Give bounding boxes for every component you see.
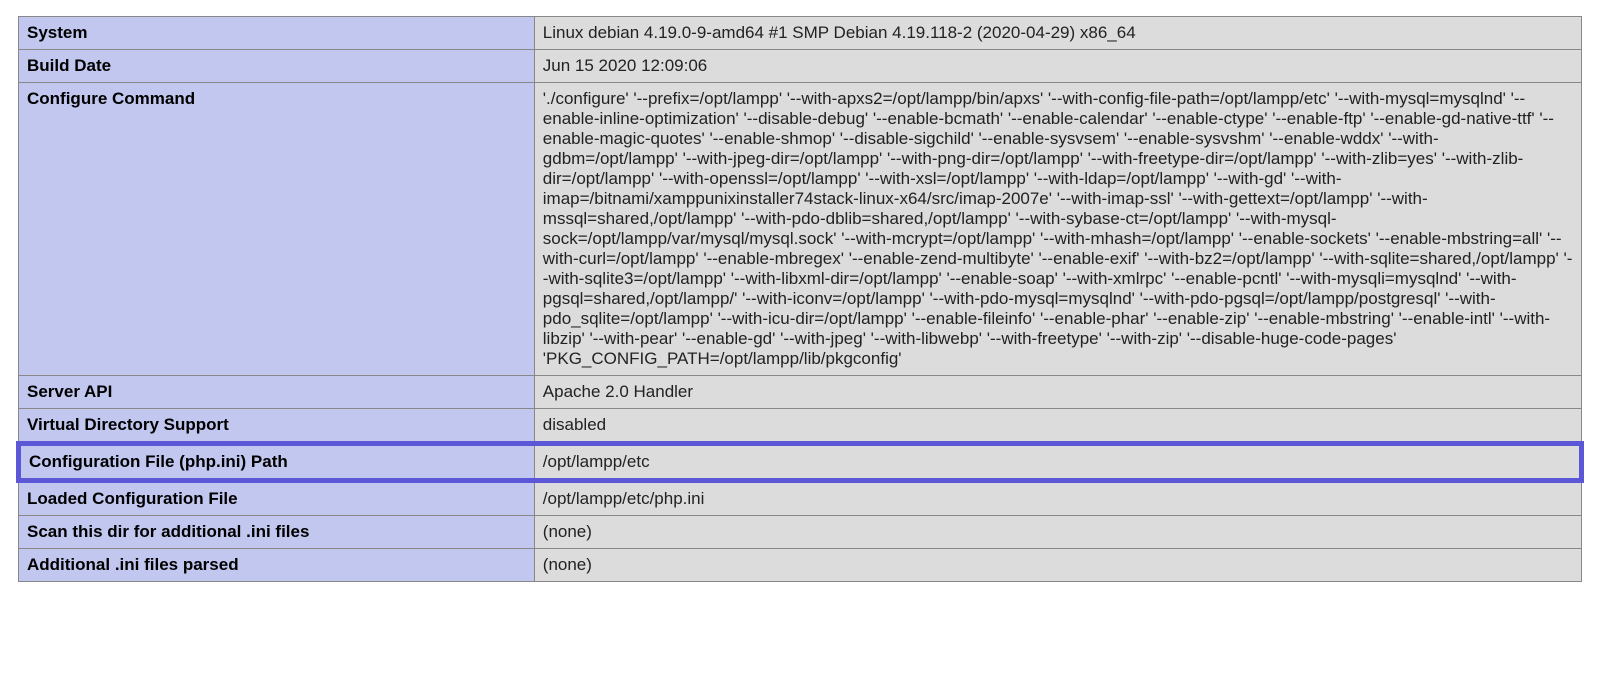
- config-value: (none): [534, 549, 1581, 582]
- table-row: Configure Command'./configure' '--prefix…: [19, 83, 1582, 376]
- config-value: './configure' '--prefix=/opt/lampp' '--w…: [534, 83, 1581, 376]
- config-value: Jun 15 2020 12:09:06: [534, 50, 1581, 83]
- table-row: Loaded Configuration File/opt/lampp/etc/…: [19, 481, 1582, 516]
- config-key: Loaded Configuration File: [19, 481, 535, 516]
- config-key: Virtual Directory Support: [19, 409, 535, 444]
- config-key: Scan this dir for additional .ini files: [19, 516, 535, 549]
- config-value: /opt/lampp/etc/php.ini: [534, 481, 1581, 516]
- table-row: SystemLinux debian 4.19.0-9-amd64 #1 SMP…: [19, 17, 1582, 50]
- table-row: Virtual Directory Supportdisabled: [19, 409, 1582, 444]
- config-value: /opt/lampp/etc: [534, 444, 1581, 481]
- table-row: Additional .ini files parsed(none): [19, 549, 1582, 582]
- config-key: System: [19, 17, 535, 50]
- table-row: Build DateJun 15 2020 12:09:06: [19, 50, 1582, 83]
- config-key: Configuration File (php.ini) Path: [19, 444, 535, 481]
- config-value: Apache 2.0 Handler: [534, 376, 1581, 409]
- table-row: Configuration File (php.ini) Path/opt/la…: [19, 444, 1582, 481]
- config-key: Configure Command: [19, 83, 535, 376]
- config-key: Build Date: [19, 50, 535, 83]
- config-key: Server API: [19, 376, 535, 409]
- phpinfo-table: SystemLinux debian 4.19.0-9-amd64 #1 SMP…: [16, 16, 1584, 582]
- config-value: disabled: [534, 409, 1581, 444]
- table-row: Scan this dir for additional .ini files(…: [19, 516, 1582, 549]
- config-value: Linux debian 4.19.0-9-amd64 #1 SMP Debia…: [534, 17, 1581, 50]
- config-value: (none): [534, 516, 1581, 549]
- table-row: Server APIApache 2.0 Handler: [19, 376, 1582, 409]
- config-key: Additional .ini files parsed: [19, 549, 535, 582]
